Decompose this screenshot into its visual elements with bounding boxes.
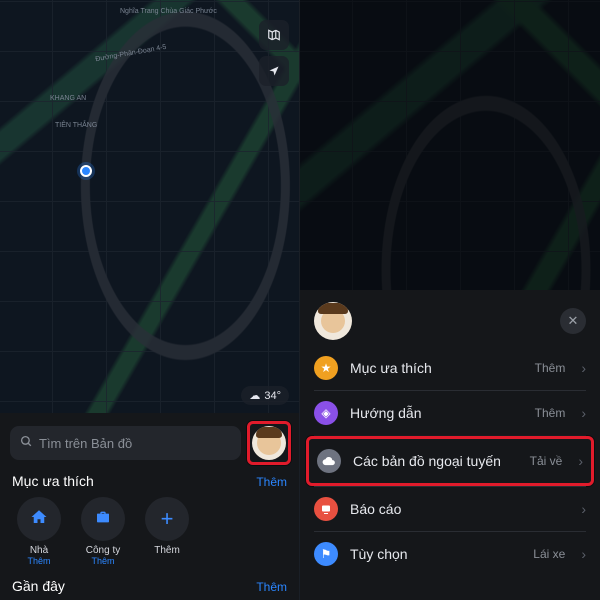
menu-item-offline-maps[interactable]: Các bản đồ ngoại tuyến Tải về › [309,439,591,483]
search-icon [20,435,33,451]
map-label: TIÊN THẮNG [55,122,97,129]
favorite-sub: Thêm [74,556,132,566]
close-icon: ✕ [568,313,579,329]
favorite-label: Nhà [10,545,68,556]
recent-more-button[interactable]: Thêm [256,580,287,594]
flag-icon: ⚑ [314,542,338,566]
map-label: Nghĩa Trang Chùa Giác Phước [120,8,217,15]
favorite-add[interactable]: + Thêm [138,497,196,566]
menu-item-options[interactable]: ⚑ Tùy chọn Lái xe › [300,532,600,576]
star-icon: ★ [314,356,338,380]
guide-icon: ◈ [314,401,338,425]
search-input[interactable]: Tìm trên Bản đồ [10,426,241,460]
locate-me-button[interactable] [259,56,289,86]
bottom-sheet: Tìm trên Bản đồ Mục ưa thích Thêm Nhà Th… [0,413,299,600]
menu-item-label: Mục ưa thích [350,360,523,376]
recent-title: Gần đây [12,578,65,594]
favorite-home[interactable]: Nhà Thêm [10,497,68,566]
menu-item-trail: Thêm [535,361,566,375]
menu-item-favorites[interactable]: ★ Mục ưa thích Thêm › [300,346,600,390]
weather-badge[interactable]: ☁ 34° [241,386,289,405]
menu-item-label: Hướng dẫn [350,405,523,421]
report-icon [314,497,338,521]
user-location-dot [80,165,92,177]
right-screenshot: ✕ ★ Mục ưa thích Thêm › ◈ Hướng dẫn Thêm… [300,0,600,600]
profile-avatar-button[interactable] [252,426,286,460]
favorite-sub: Thêm [10,556,68,566]
highlight-avatar [247,421,291,465]
cloud-download-icon [317,449,341,473]
menu-item-label: Các bản đồ ngoại tuyến [353,453,518,469]
menu-item-label: Báo cáo [350,501,569,517]
cloud-icon: ☁ [249,389,260,402]
favorite-label: Thêm [138,545,196,556]
menu-item-report[interactable]: Báo cáo › [300,487,600,531]
map-label: KHANG AN [50,95,86,102]
menu-item-trail: Lái xe [533,547,565,561]
home-icon [30,508,48,531]
favorite-label: Công ty [74,545,132,556]
menu-item-label: Tùy chọn [350,546,521,562]
close-button[interactable]: ✕ [560,308,586,334]
plus-icon: + [161,506,174,532]
map-view[interactable]: KHANG AN TIÊN THẮNG Nghĩa Trang Chùa Giá… [0,0,299,413]
highlight-offline-maps: Các bản đồ ngoại tuyến Tải về › [306,436,594,486]
chevron-right-icon: › [581,501,586,517]
profile-menu-sheet: ✕ ★ Mục ưa thích Thêm › ◈ Hướng dẫn Thêm… [300,290,600,600]
chevron-right-icon: › [578,453,583,469]
menu-item-trail: Thêm [535,406,566,420]
favorites-header: Mục ưa thích Thêm [12,473,287,489]
profile-avatar[interactable] [314,302,352,340]
recent-header: Gần đây Thêm [12,578,287,594]
weather-temp: 34° [264,390,281,402]
favorites-row: Nhà Thêm Công ty Thêm + Thêm [10,497,289,566]
chevron-right-icon: › [581,546,586,562]
chevron-right-icon: › [581,360,586,376]
favorites-more-button[interactable]: Thêm [256,475,287,489]
map-layers-button[interactable] [259,20,289,50]
search-placeholder: Tìm trên Bản đồ [39,436,132,451]
left-screenshot: KHANG AN TIÊN THẮNG Nghĩa Trang Chùa Giá… [0,0,300,600]
menu-item-trail: Tải về [530,454,563,468]
favorites-title: Mục ưa thích [12,473,94,489]
menu-item-guides[interactable]: ◈ Hướng dẫn Thêm › [300,391,600,435]
briefcase-icon [95,509,111,530]
favorite-work[interactable]: Công ty Thêm [74,497,132,566]
chevron-right-icon: › [581,405,586,421]
